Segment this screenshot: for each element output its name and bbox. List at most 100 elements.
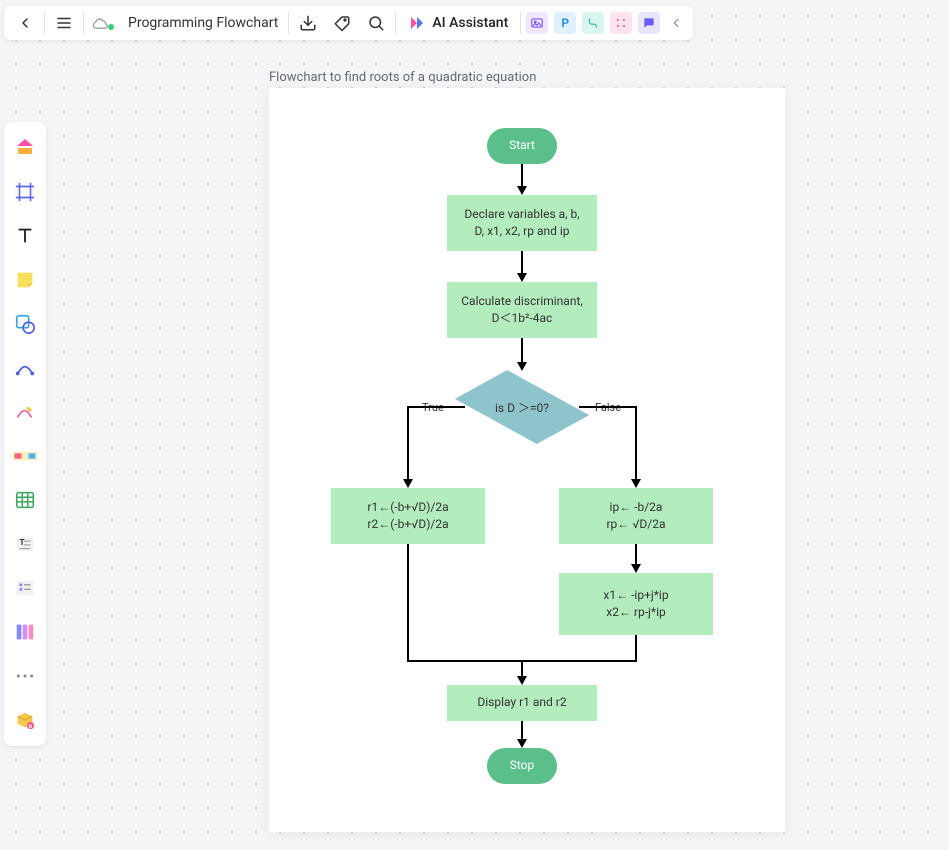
tool-shapes[interactable]	[8, 130, 42, 166]
flow-icon	[586, 16, 600, 30]
separator	[44, 12, 45, 34]
separator	[83, 12, 84, 34]
tool-table[interactable]	[8, 482, 42, 518]
top-toolbar: Programming Flowchart AI Assistant P	[4, 6, 693, 40]
canvas-heading: Flowchart to find roots of a quadratic e…	[269, 70, 536, 85]
node-true-calc[interactable]: r1←(-b+√D)/2a r2←(-b+√D)/2a	[331, 488, 485, 544]
node-declare[interactable]: Declare variables a, b, D, x1, x2, rp an…	[447, 195, 597, 251]
node-false-calc1-label: ip← -b/2a rp← √D/2a	[606, 499, 665, 534]
pen-icon	[14, 401, 36, 423]
connector	[407, 406, 455, 408]
connector	[635, 544, 637, 566]
tool-connector[interactable]	[8, 350, 42, 386]
flowchart: Start Declare variables a, b, D, x1, x2,…	[269, 88, 785, 832]
download-button[interactable]	[291, 8, 325, 38]
arrow-head-icon	[517, 676, 527, 685]
node-stop[interactable]: Stop	[487, 748, 557, 784]
tool-pen[interactable]	[8, 394, 42, 430]
svg-text:T: T	[20, 538, 25, 548]
tool-text-block[interactable]: T	[8, 526, 42, 562]
arrow-head-icon	[517, 186, 527, 195]
node-start-label: Start	[509, 137, 535, 154]
connector	[455, 406, 465, 408]
connector	[579, 406, 589, 408]
text-icon	[14, 225, 36, 247]
arrow-head-icon	[517, 739, 527, 748]
node-decision-label: is D ＞=0?	[464, 370, 580, 444]
arrow-head-icon	[517, 273, 527, 282]
table-icon	[14, 489, 36, 511]
node-true-calc-label: r1←(-b+√D)/2a r2←(-b+√D)/2a	[367, 499, 448, 534]
node-start[interactable]: Start	[487, 128, 557, 164]
menu-button[interactable]	[47, 8, 81, 38]
connector	[521, 338, 523, 364]
left-tool-panel: T b	[4, 122, 46, 746]
tool-basic-shape[interactable]	[8, 306, 42, 342]
node-declare-label: Declare variables a, b, D, x1, x2, rp an…	[464, 206, 579, 241]
frame-icon	[14, 181, 36, 203]
connector	[521, 251, 523, 275]
document-title: Programming Flowchart	[128, 15, 278, 31]
package-icon: b	[14, 709, 36, 731]
image-icon	[530, 16, 544, 30]
basic-shape-icon	[14, 313, 36, 335]
grid-dots-icon	[615, 17, 627, 29]
columns-icon	[14, 621, 36, 643]
node-false-calc2[interactable]: x1← -ip+j*ip x2← rp-j*ip	[559, 573, 713, 635]
node-calc-disc-label: Calculate discriminant, D＜1b²-4ac	[461, 293, 583, 328]
tool-text[interactable]	[8, 218, 42, 254]
node-false-calc2-label: x1← -ip+j*ip x2← rp-j*ip	[603, 587, 668, 622]
flowchart-canvas[interactable]: Start Declare variables a, b, D, x1, x2,…	[269, 88, 785, 832]
tag-icon	[333, 14, 351, 32]
quick-tile-flow[interactable]	[582, 12, 604, 34]
connector-icon	[14, 357, 36, 379]
chevron-left-icon	[669, 16, 683, 30]
separator	[288, 12, 289, 34]
more-icon	[15, 671, 35, 681]
back-button[interactable]	[8, 8, 42, 38]
separator	[395, 12, 396, 34]
ai-sparkle-icon	[408, 14, 426, 32]
node-decision[interactable]: is D ＞=0?	[464, 370, 580, 444]
arrow-head-icon	[403, 479, 413, 488]
connector	[635, 406, 637, 481]
document-title-area[interactable]: Programming Flowchart	[86, 14, 286, 32]
tool-package[interactable]: b	[8, 702, 42, 738]
tool-more[interactable]	[8, 658, 42, 694]
connector	[521, 721, 523, 741]
tool-list[interactable]	[8, 570, 42, 606]
arrow-head-icon	[631, 564, 641, 573]
connector	[407, 406, 409, 481]
connector	[589, 406, 637, 408]
node-calc-disc[interactable]: Calculate discriminant, D＜1b²-4ac	[447, 282, 597, 338]
tool-frame[interactable]	[8, 174, 42, 210]
ai-assistant-label: AI Assistant	[432, 15, 508, 31]
quick-tile-comment[interactable]	[638, 12, 660, 34]
tool-highlight[interactable]	[8, 438, 42, 474]
connector	[407, 544, 409, 660]
node-display[interactable]: Display r1 and r2	[447, 685, 597, 721]
tag-button[interactable]	[325, 8, 359, 38]
quick-tile-image[interactable]	[526, 12, 548, 34]
hamburger-icon	[55, 14, 73, 32]
quick-tile-grid[interactable]	[610, 12, 632, 34]
arrow-head-icon	[631, 479, 641, 488]
tool-columns[interactable]	[8, 614, 42, 650]
node-false-calc1[interactable]: ip← -b/2a rp← √D/2a	[559, 488, 713, 544]
cloud-sync-icon	[92, 14, 110, 32]
node-display-label: Display r1 and r2	[477, 694, 566, 711]
search-icon	[367, 14, 385, 32]
search-button[interactable]	[359, 8, 393, 38]
connector	[521, 164, 523, 188]
textblock-icon: T	[14, 533, 36, 555]
quick-tile-p-label: P	[561, 16, 569, 30]
node-stop-label: Stop	[510, 757, 535, 774]
list-icon	[14, 577, 36, 599]
sticky-icon	[14, 269, 36, 291]
tool-sticky[interactable]	[8, 262, 42, 298]
quick-tile-p[interactable]: P	[554, 12, 576, 34]
shapes-icon	[13, 136, 37, 160]
collapse-button[interactable]	[663, 8, 689, 38]
ai-assistant-button[interactable]: AI Assistant	[398, 8, 518, 38]
svg-text:b: b	[29, 724, 32, 730]
